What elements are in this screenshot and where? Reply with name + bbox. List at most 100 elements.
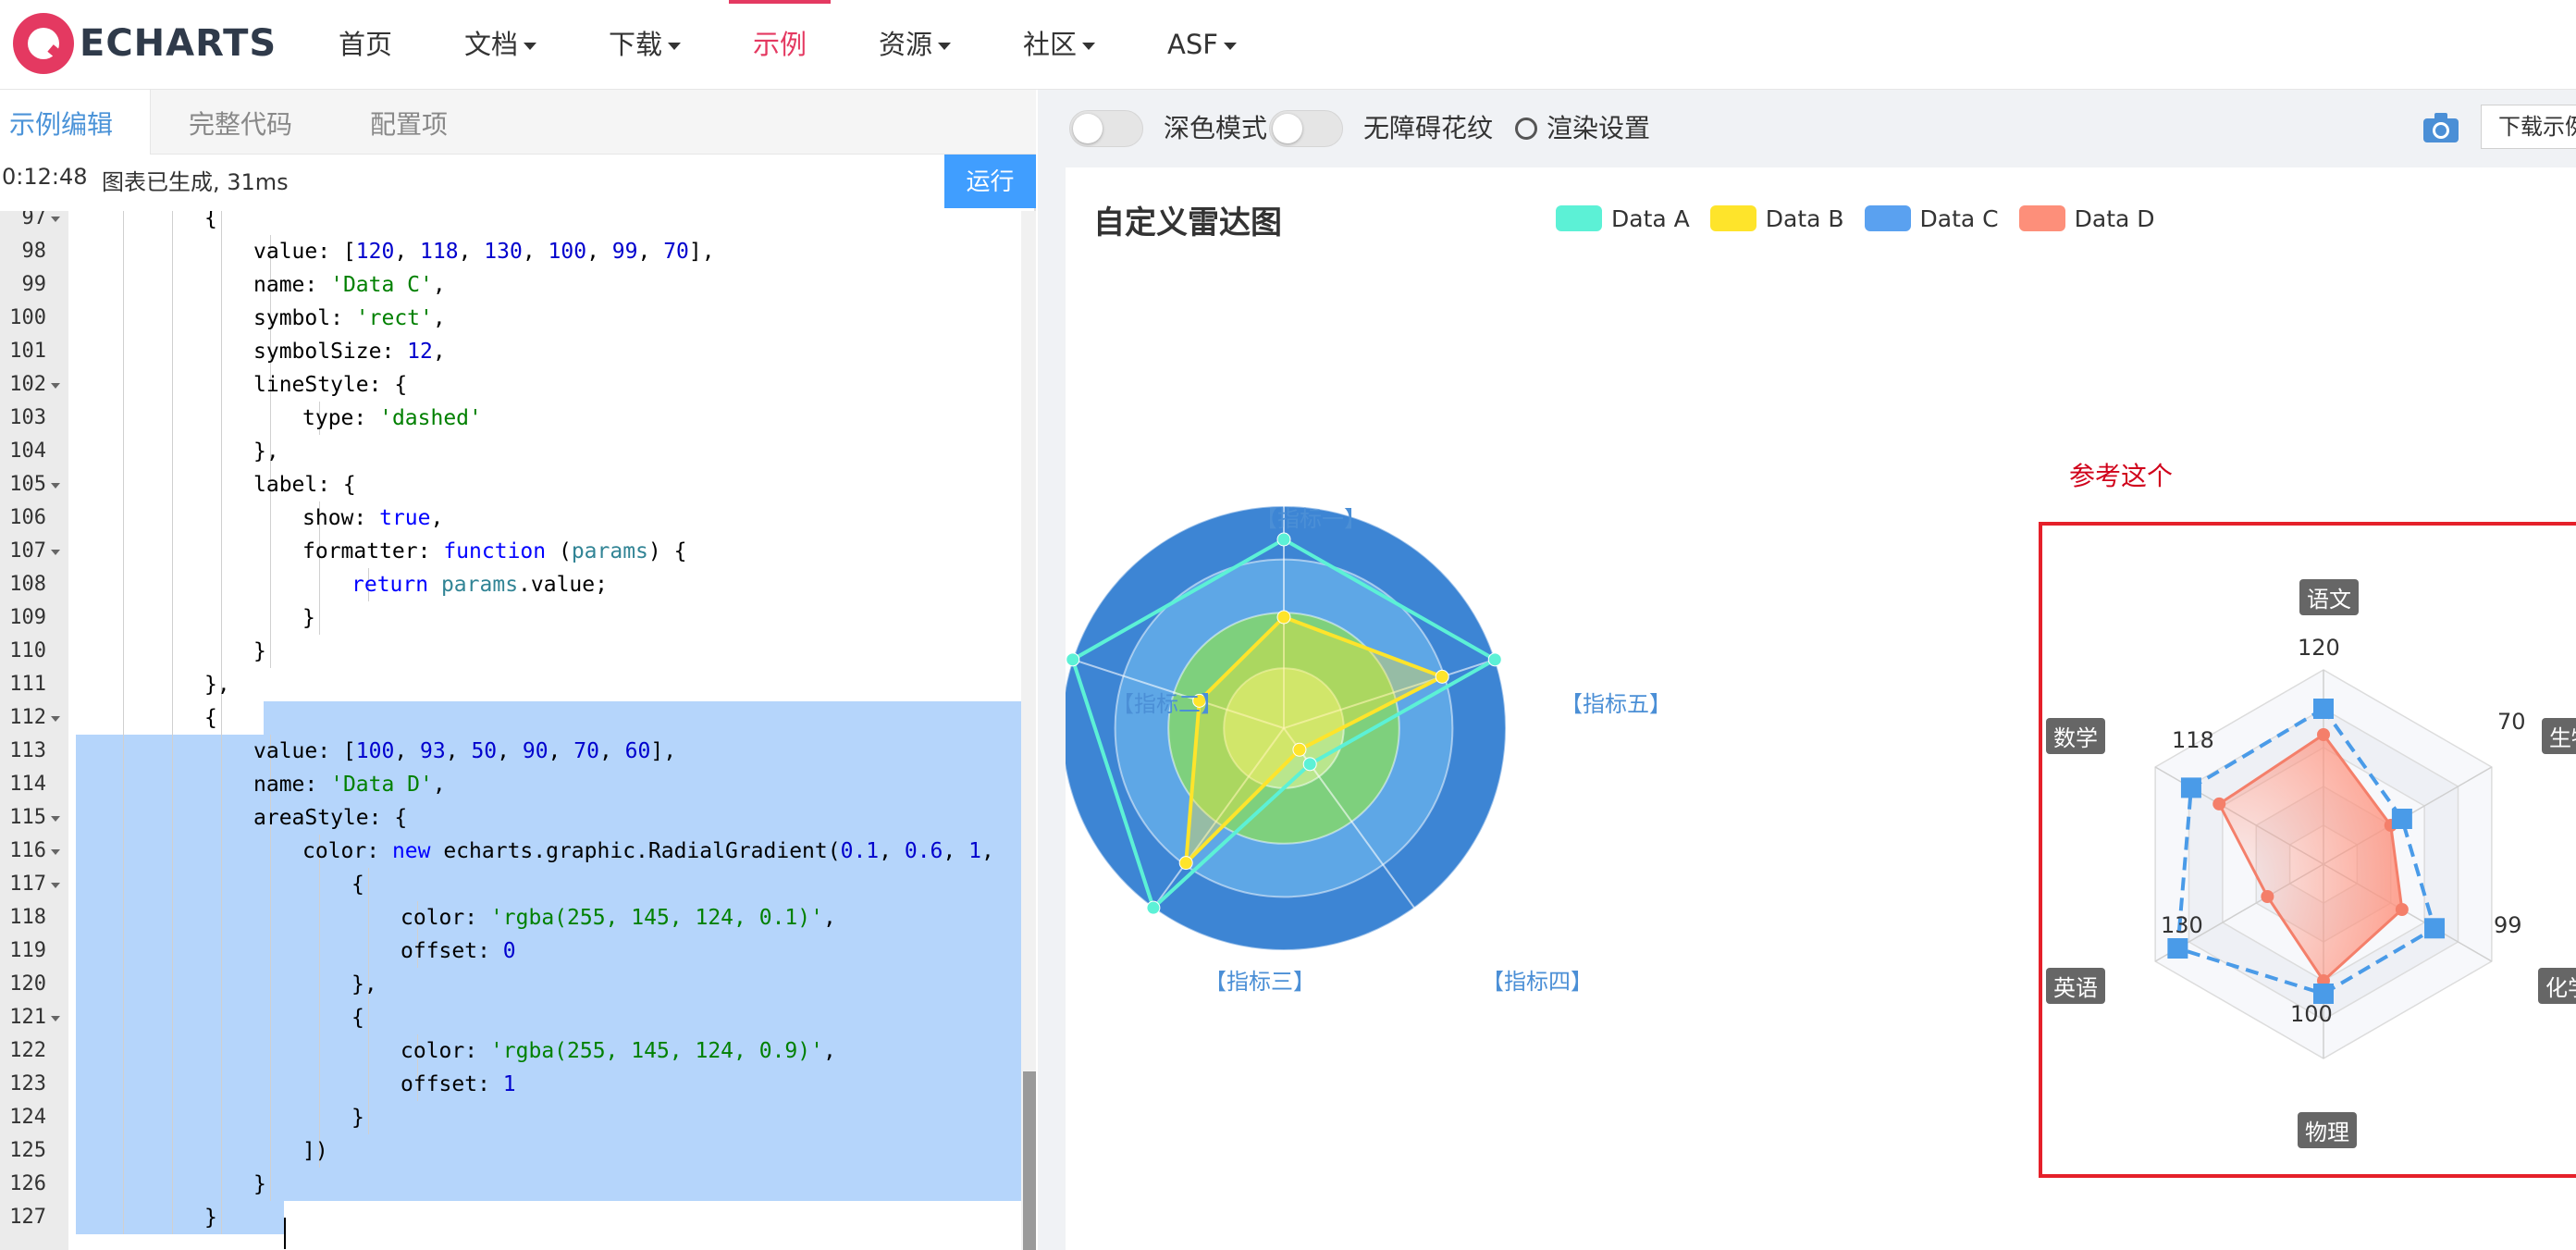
indent-guide [221,635,222,668]
code-line[interactable]: 124} [0,1101,1021,1134]
code-line[interactable]: 101 symbolSize: 12, [0,335,1021,368]
indent-guide [123,302,124,335]
code-line[interactable]: 102 lineStyle: { [0,368,1021,402]
fold-arrow-icon[interactable] [51,383,60,389]
code-line[interactable]: 110} [0,635,1021,668]
series-rect-point[interactable] [2180,777,2201,798]
legend-item[interactable]: Data C [1864,205,1999,232]
code-line[interactable]: 100 symbol: 'rect', [0,302,1021,335]
series-point[interactable] [1178,856,1193,871]
legend-item[interactable]: Data D [2018,205,2155,232]
code-line[interactable]: 116 color: new echarts.graphic.RadialGrad… [0,835,1021,868]
tab-example-edit[interactable]: 示例编辑 [0,90,152,155]
code-line[interactable]: 108 return params.value; [0,568,1021,601]
editor-scrollbar-thumb[interactable] [1023,1071,1036,1250]
code-line[interactable]: 123 offset: 1 [0,1068,1021,1101]
fold-arrow-icon[interactable] [51,883,60,888]
series-rect-point[interactable] [2167,938,2188,959]
series-point[interactable] [1276,532,1291,547]
code-line[interactable]: 118 color: 'rgba(255, 145, 124, 0.1)', [0,901,1021,934]
fold-arrow-icon[interactable] [51,550,60,555]
code-line[interactable]: 127} [0,1201,1021,1234]
indent-guide [221,701,222,735]
series-point[interactable] [1146,900,1161,915]
indent-guide [123,1201,124,1234]
code-line[interactable]: 112 { [0,701,1021,735]
series-point[interactable] [2212,797,2226,811]
code-text: } [351,1106,364,1130]
fold-arrow-icon[interactable] [51,816,60,822]
indent-guide [221,968,222,1001]
reference-value-label: 118 [2172,727,2214,753]
series-point[interactable] [2317,728,2330,741]
code-line[interactable]: 113 value: [100, 93, 50, 90, 70, 60], [0,735,1021,768]
code-line[interactable]: 122 color: 'rgba(255, 145, 124, 0.9)', [0,1034,1021,1068]
code-line[interactable]: 121 { [0,1001,1021,1034]
code-line[interactable]: 103 type: 'dashed' [0,402,1021,435]
line-number: 118 [9,906,46,929]
legend-item[interactable]: Data A [1556,205,1690,232]
indent-guide [123,668,124,701]
fold-arrow-icon[interactable] [51,483,60,489]
series-point[interactable] [1292,742,1307,757]
code-line[interactable]: 117 { [0,868,1021,901]
code-line[interactable]: 115 areaStyle: { [0,801,1021,835]
camera-icon[interactable] [2422,112,2459,143]
aria-decal-toggle[interactable] [1269,110,1343,147]
series-rect-point[interactable] [2391,809,2412,829]
series-point[interactable] [1276,610,1291,625]
indent-guide [319,934,320,968]
series-rect-point[interactable] [2424,918,2446,939]
reference-indicator-label: 语文 [2299,579,2359,615]
nav-item-4[interactable]: 资源 [879,0,952,90]
nav-item-5[interactable]: 社区 [1023,0,1096,90]
nav-item-2[interactable]: 下载 [609,0,682,90]
indent-guide [221,1134,222,1168]
gear-icon[interactable] [1515,118,1537,140]
echarts-logo[interactable]: ECHARTS [13,13,277,74]
code-line[interactable]: 114 name: 'Data D', [0,768,1021,801]
series-point[interactable] [1302,757,1317,772]
tab-options[interactable]: 配置项 [370,90,448,155]
indent-guide [221,768,222,801]
code-line[interactable]: 120}, [0,968,1021,1001]
series-point[interactable] [1487,652,1502,667]
code-line[interactable]: 105 label: { [0,468,1021,501]
render-settings-button[interactable]: 渲染设置 [1547,110,1650,147]
run-button[interactable]: 运行 [944,155,1036,208]
series-point[interactable] [2261,890,2274,903]
code-text: label: { [253,473,356,497]
code-line[interactable]: 107 formatter: function (params) { [0,535,1021,568]
series-rect-point[interactable] [2313,699,2334,719]
code-line[interactable]: 119 offset: 0 [0,934,1021,968]
series-point[interactable] [2395,903,2409,916]
code-line[interactable]: 97 { [0,211,1021,235]
fold-arrow-icon[interactable] [51,1016,60,1021]
legend-item[interactable]: Data B [1709,205,1844,232]
indent-guide [221,211,222,235]
code-line[interactable]: 106 show: true, [0,501,1021,535]
tab-full-code[interactable]: 完整代码 [189,90,292,155]
code-line[interactable]: 111}, [0,668,1021,701]
code-line[interactable]: 99 name: 'Data C', [0,268,1021,302]
indent-guide [368,934,369,968]
indent-guide [368,1068,369,1101]
code-line[interactable]: 126} [0,1168,1021,1201]
dark-mode-toggle[interactable] [1069,110,1143,147]
series-point[interactable] [1435,669,1449,684]
code-editor[interactable]: 97 {98 value: [120, 118, 130, 100, 99, 70]… [0,211,1036,1250]
nav-item-0[interactable]: 首页 [339,0,392,90]
nav-item-3[interactable]: 示例 [728,0,832,90]
code-line[interactable]: 125]) [0,1134,1021,1168]
nav-item-6[interactable]: ASF [1167,0,1237,90]
download-example-button[interactable]: 下载示例 [2481,105,2576,149]
fold-arrow-icon[interactable] [51,217,60,222]
code-line[interactable]: 109} [0,601,1021,635]
code-line[interactable]: 98 value: [120, 118, 130, 100, 99, 70], [0,235,1021,268]
fold-arrow-icon[interactable] [51,849,60,855]
series-point[interactable] [1066,652,1080,667]
fold-arrow-icon[interactable] [51,716,60,722]
nav-item-1[interactable]: 文档 [464,0,537,90]
indent-guide [123,934,124,968]
code-line[interactable]: 104}, [0,435,1021,468]
